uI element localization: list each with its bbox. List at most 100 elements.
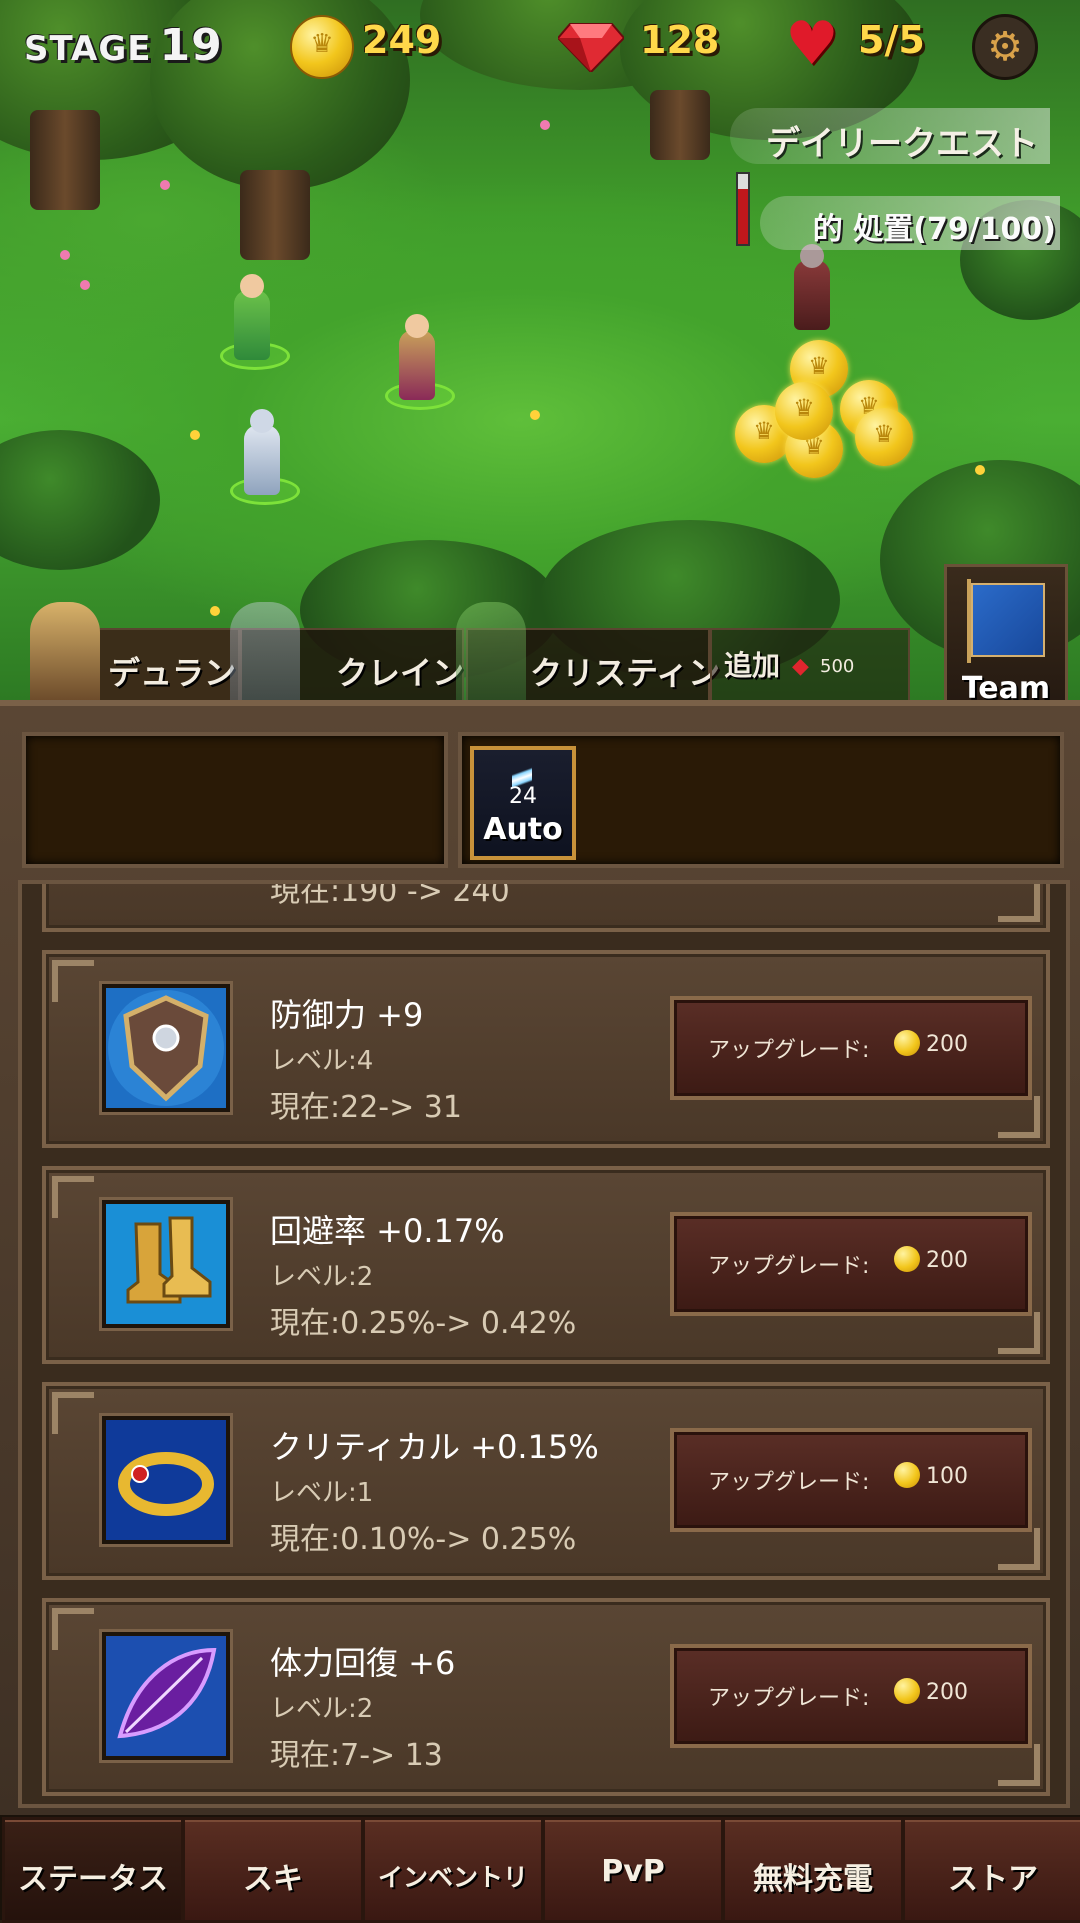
upgrade-button-label: アップグレード: [708, 1254, 870, 1279]
tree-trunk [240, 170, 310, 260]
upgrade-cost: 100 [926, 1464, 968, 1489]
nav-pvp[interactable]: PvP [542, 1817, 724, 1923]
flower [530, 410, 540, 420]
nav-inventory[interactable]: インベントリ [362, 1817, 544, 1923]
auto-count: 24 [509, 784, 537, 809]
upgrade-button[interactable]: アップグレード: 200 [670, 996, 1032, 1100]
upgrade-level: レベル:1 [270, 1478, 374, 1508]
list-item-defense: 防御力 +9 レベル:4 現在:22-> 31 アップグレード: 200 [42, 950, 1050, 1148]
flower [540, 120, 550, 130]
enemy [780, 240, 844, 330]
bottom-nav: ステータス スキ インベントリ PvP 無料充電 ストア [0, 1815, 1080, 1923]
nav-label: インベントリ [377, 1863, 528, 1892]
tab-hero-1[interactable]: デュラン [30, 602, 240, 702]
upgrade-cost: 200 [926, 1248, 968, 1273]
list-item-evasion: 回避率 +0.17% レベル:2 現在:0.25%-> 0.42% アップグレー… [42, 1166, 1050, 1364]
hero-knight [385, 290, 455, 410]
tab-label: クリスティン [530, 654, 721, 692]
stage-number: 19 [159, 20, 223, 71]
coin-icon [894, 1678, 920, 1704]
flower [210, 606, 220, 616]
hero-mage [230, 395, 300, 505]
upgrade-current: 現在:0.10%-> 0.25% [270, 1522, 577, 1557]
list-item-critical: クリティカル +0.15% レベル:1 現在:0.10%-> 0.25% アップ… [42, 1382, 1050, 1580]
tree-trunk [30, 110, 100, 210]
upgrade-button[interactable]: アップグレード: 200 [670, 1644, 1032, 1748]
stage-indicator: STAGE 19 [24, 20, 223, 71]
coin-icon [894, 1462, 920, 1488]
quest-progress: 的 処置(79/100) [760, 196, 1060, 250]
hero-portrait [30, 602, 100, 702]
upgrade-title: 回避率 +0.17% [270, 1212, 505, 1250]
coin-icon [894, 1246, 920, 1272]
upgrade-title: クリティカル +0.15% [270, 1428, 599, 1466]
tab-label: デュラン [108, 654, 237, 692]
daily-quest-banner[interactable]: デイリークエスト [730, 108, 1050, 164]
leaf-icon [102, 1632, 230, 1760]
hero-portrait [456, 602, 526, 702]
flower [160, 180, 170, 190]
nav-store[interactable]: ストア [902, 1817, 1080, 1923]
auto-skill-button[interactable]: 24 Auto [470, 746, 576, 860]
add-hero-cost: 500 [820, 656, 855, 677]
list-item-partial: 現在:190 -> 240 [42, 880, 1050, 932]
nav-status[interactable]: ステータス [2, 1817, 184, 1923]
upgrade-button[interactable]: アップグレード: 100 [670, 1428, 1032, 1532]
gem-icon: ◆ [792, 654, 809, 679]
hero-tabs: デュラン クレイン クリスティン 追加 ◆ 500 Team [0, 564, 1080, 720]
upgrade-panel: 24 Auto 現在:190 -> 240 防御力 +9 レベル:4 現在:22… [0, 700, 1080, 1821]
auto-label: Auto [483, 812, 563, 847]
upgrade-cost: 200 [926, 1032, 968, 1057]
daily-quest-title: デイリークエスト [766, 124, 1038, 164]
upgrade-level: レベル:4 [270, 1046, 374, 1076]
coin-icon [290, 15, 354, 79]
upgrade-title: 体力回復 +6 [270, 1644, 456, 1682]
list-item-regen: 体力回復 +6 レベル:2 現在:7-> 13 アップグレード: 200 [42, 1598, 1050, 1796]
nav-free-charge[interactable]: 無料充電 [722, 1817, 904, 1923]
flower [80, 280, 90, 290]
coin-drop [735, 340, 915, 480]
upgrade-cost: 200 [926, 1680, 968, 1705]
upgrade-current: 現在:190 -> 240 [270, 880, 510, 909]
upgrade-list[interactable]: 現在:190 -> 240 防御力 +9 レベル:4 現在:22-> 31 アッ… [18, 880, 1070, 1808]
upgrade-level: レベル:2 [270, 1262, 374, 1292]
bush [0, 430, 160, 570]
quest-progress-fill [738, 188, 748, 244]
upgrade-button-label: アップグレード: [708, 1038, 870, 1063]
gem-icon [558, 23, 624, 72]
nav-label: PvP [601, 1854, 665, 1889]
nav-label: ステータス [18, 1862, 168, 1897]
upgrade-button-label: アップグレード: [708, 1686, 870, 1711]
nav-label: スキ [243, 1862, 303, 1897]
tab-hero-2[interactable]: クレイン [230, 602, 465, 702]
flower [975, 465, 985, 475]
tab-label: クレイン [336, 654, 465, 692]
hearts-count: 5/5 [858, 18, 925, 62]
settings-gear-icon[interactable]: ⚙ [972, 14, 1038, 80]
hero-archer [220, 260, 290, 370]
stage-label: STAGE [24, 29, 152, 69]
battle-scene [0, 0, 1080, 700]
tab-hero-3[interactable]: クリスティン [456, 602, 720, 702]
upgrade-current: 現在:22-> 31 [270, 1090, 462, 1125]
add-hero-label: 追加 [724, 649, 781, 682]
hero-portrait [230, 602, 300, 702]
flag-icon [967, 579, 1045, 663]
quest-progress-text: 的 処置(79/100) [812, 212, 1056, 247]
upgrade-current: 現在:0.25%-> 0.42% [270, 1306, 577, 1341]
boots-icon [102, 1200, 230, 1328]
team-button[interactable]: Team [944, 564, 1068, 720]
upgrade-title: 防御力 +9 [270, 996, 424, 1034]
heart-icon: ♥ [785, 9, 839, 79]
upgrade-button[interactable]: アップグレード: 200 [670, 1212, 1032, 1316]
upgrade-button-label: アップグレード: [708, 1470, 870, 1495]
flower [190, 430, 200, 440]
equipment-slot-left [22, 732, 448, 868]
nav-skill[interactable]: スキ [182, 1817, 364, 1923]
upgrade-current: 現在:7-> 13 [270, 1738, 443, 1773]
gem-count: 128 [640, 18, 720, 62]
flower [60, 250, 70, 260]
upgrade-level: レベル:2 [270, 1694, 374, 1724]
nav-label: ストア [948, 1862, 1038, 1897]
ring-icon [102, 1416, 230, 1544]
